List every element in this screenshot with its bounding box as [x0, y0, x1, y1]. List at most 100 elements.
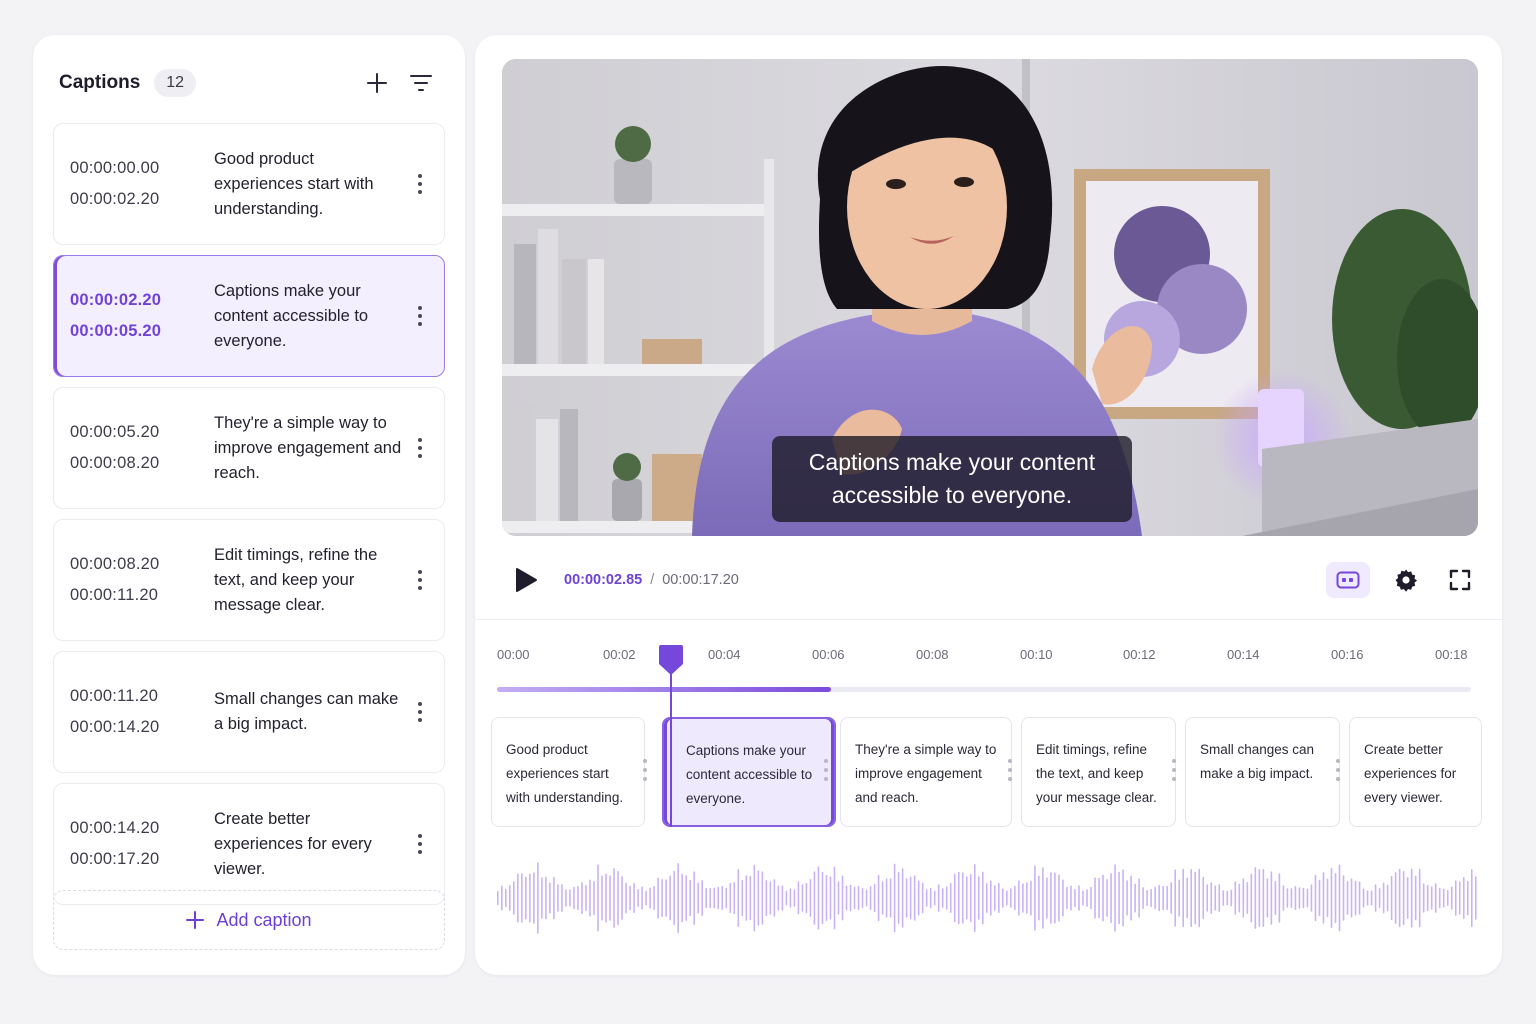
waveform-bar	[994, 885, 996, 911]
total-time: 00:00:17.20	[662, 572, 739, 588]
caption-end-time[interactable]: 00:00:14.20	[70, 718, 159, 737]
tick-label: 00:12	[1123, 647, 1156, 662]
video-preview[interactable]: Captions make your content accessible to…	[502, 59, 1478, 536]
waveform-bar	[749, 875, 752, 921]
waveform-bar	[541, 877, 543, 919]
more-options-icon[interactable]	[410, 566, 430, 594]
waveform-bar	[777, 885, 780, 911]
caption-start-time[interactable]: 00:00:00.00	[70, 159, 159, 178]
caption-text[interactable]: Good product experiences start with unde…	[214, 124, 402, 244]
waveform-bar	[1350, 878, 1353, 918]
waveform-bar	[1042, 867, 1044, 929]
waveform-bar	[1382, 882, 1385, 914]
waveform-bar	[693, 871, 695, 925]
caption-end-time[interactable]: 00:00:17.20	[70, 850, 159, 869]
play-button[interactable]	[506, 560, 546, 600]
caption-item[interactable]: 00:00:11.20 00:00:14.20 Small changes ca…	[53, 651, 445, 773]
waveform-bar	[1422, 883, 1425, 913]
timeline-segment[interactable]: Good product experiences start with unde…	[491, 717, 645, 827]
timeline-segment[interactable]: Edit timings, refine the text, and keep …	[1021, 717, 1176, 827]
caption-end-time[interactable]: 00:00:08.20	[70, 454, 159, 473]
tick-label: 00:00	[497, 647, 530, 662]
waveform-bar	[897, 871, 900, 925]
caption-text[interactable]: Edit timings, refine the text, and keep …	[214, 520, 402, 640]
waveform-bar	[813, 871, 816, 925]
caption-times: 00:00:00.00 00:00:02.20	[70, 124, 159, 244]
caption-text[interactable]: They're a simple way to improve engageme…	[214, 388, 402, 508]
waveform-bar	[1070, 885, 1072, 911]
waveform-bar	[1246, 882, 1249, 914]
waveform-bar	[513, 881, 515, 915]
waveform-bar	[869, 886, 872, 910]
waveform-bar	[977, 876, 980, 920]
video-caption-overlay: Captions make your content accessible to…	[772, 436, 1132, 522]
caption-text[interactable]: Captions make your content accessible to…	[214, 256, 402, 376]
caption-start-time[interactable]: 00:00:02.20	[70, 291, 161, 310]
waveform-bar	[1086, 889, 1088, 907]
waveform-bar	[1438, 887, 1441, 909]
caption-end-time[interactable]: 00:00:11.20	[70, 586, 159, 605]
segment-resize-handle[interactable]	[1336, 759, 1340, 781]
waveform-bar	[1326, 878, 1329, 918]
more-options-icon[interactable]	[410, 170, 430, 198]
waveform-bar	[901, 868, 904, 928]
caption-text[interactable]: Create better experiences for every view…	[214, 784, 402, 904]
filter-button[interactable]	[403, 65, 439, 101]
waveform-bar	[657, 877, 659, 919]
waveform-bar	[613, 868, 615, 928]
segment-resize-handle[interactable]	[1008, 759, 1012, 781]
timeline-segment[interactable]: Small changes can make a big impact.	[1185, 717, 1340, 827]
caption-text[interactable]: Small changes can make a big impact.	[214, 652, 402, 772]
caption-end-time[interactable]: 00:00:05.20	[70, 322, 161, 341]
waveform-bar	[553, 876, 555, 920]
waveform-bar	[1038, 875, 1040, 921]
fullscreen-button[interactable]	[1442, 562, 1478, 598]
tick-label: 00:18	[1435, 647, 1468, 662]
waveform-bar	[793, 889, 796, 907]
caption-item[interactable]: 00:00:08.20 00:00:11.20 Edit timings, re…	[53, 519, 445, 641]
playhead-handle[interactable]	[658, 644, 684, 676]
waveform-bar	[593, 880, 595, 916]
timeline-segment-active[interactable]: Captions make your content accessible to…	[662, 717, 836, 827]
caption-start-time[interactable]: 00:00:08.20	[70, 555, 159, 574]
caption-item-active[interactable]: 00:00:02.20 00:00:05.20 Captions make yo…	[53, 255, 445, 377]
waveform-bar	[1262, 869, 1265, 927]
caption-segments: Good product experiences start with unde…	[491, 717, 1483, 827]
caption-start-time[interactable]: 00:00:05.20	[70, 423, 159, 442]
caption-start-time[interactable]: 00:00:11.20	[70, 687, 159, 706]
segment-resize-handle[interactable]	[824, 759, 828, 781]
audio-waveform[interactable]	[497, 857, 1479, 939]
waveform-bar	[509, 885, 511, 911]
segment-resize-handle[interactable]	[1172, 759, 1176, 781]
caption-end-time[interactable]: 00:00:02.20	[70, 190, 159, 209]
caption-item[interactable]: 00:00:14.20 00:00:17.20 Create better ex…	[53, 783, 445, 905]
caption-item[interactable]: 00:00:05.20 00:00:08.20 They're a simple…	[53, 387, 445, 509]
tick-label: 00:08	[916, 647, 949, 662]
more-options-icon[interactable]	[410, 302, 430, 330]
add-caption-icon-button[interactable]	[359, 65, 395, 101]
waveform-bar	[609, 875, 611, 921]
segment-resize-handle[interactable]	[643, 759, 647, 781]
waveform-bar	[1362, 888, 1365, 908]
waveform-bar	[685, 875, 687, 921]
waveform-bar	[1310, 884, 1313, 912]
waveform-bar	[1234, 881, 1237, 915]
add-caption-button[interactable]: Add caption	[53, 890, 445, 950]
more-options-icon[interactable]	[410, 698, 430, 726]
waveform-bar	[549, 882, 551, 914]
timeline-ruler[interactable]: 00:00 00:02 00:04 00:06 00:08 00:10 00:1…	[497, 647, 1472, 667]
waveform-bar	[1250, 873, 1253, 923]
waveform-bar	[1466, 880, 1469, 916]
waveform-bar	[733, 881, 736, 914]
timeline-track[interactable]	[497, 687, 1471, 692]
captions-toggle-button[interactable]	[1326, 562, 1370, 598]
caption-start-time[interactable]: 00:00:14.20	[70, 819, 159, 838]
more-options-icon[interactable]	[410, 830, 430, 858]
timeline-segment[interactable]: They're a simple way to improve engageme…	[840, 717, 1012, 827]
more-options-icon[interactable]	[410, 434, 430, 462]
timeline-segment[interactable]: Create better experiences for every view…	[1349, 717, 1482, 827]
waveform-bar	[1254, 867, 1257, 929]
waveform-bar	[853, 886, 856, 910]
caption-item[interactable]: 00:00:00.00 00:00:02.20 Good product exp…	[53, 123, 445, 245]
settings-button[interactable]	[1388, 562, 1424, 598]
